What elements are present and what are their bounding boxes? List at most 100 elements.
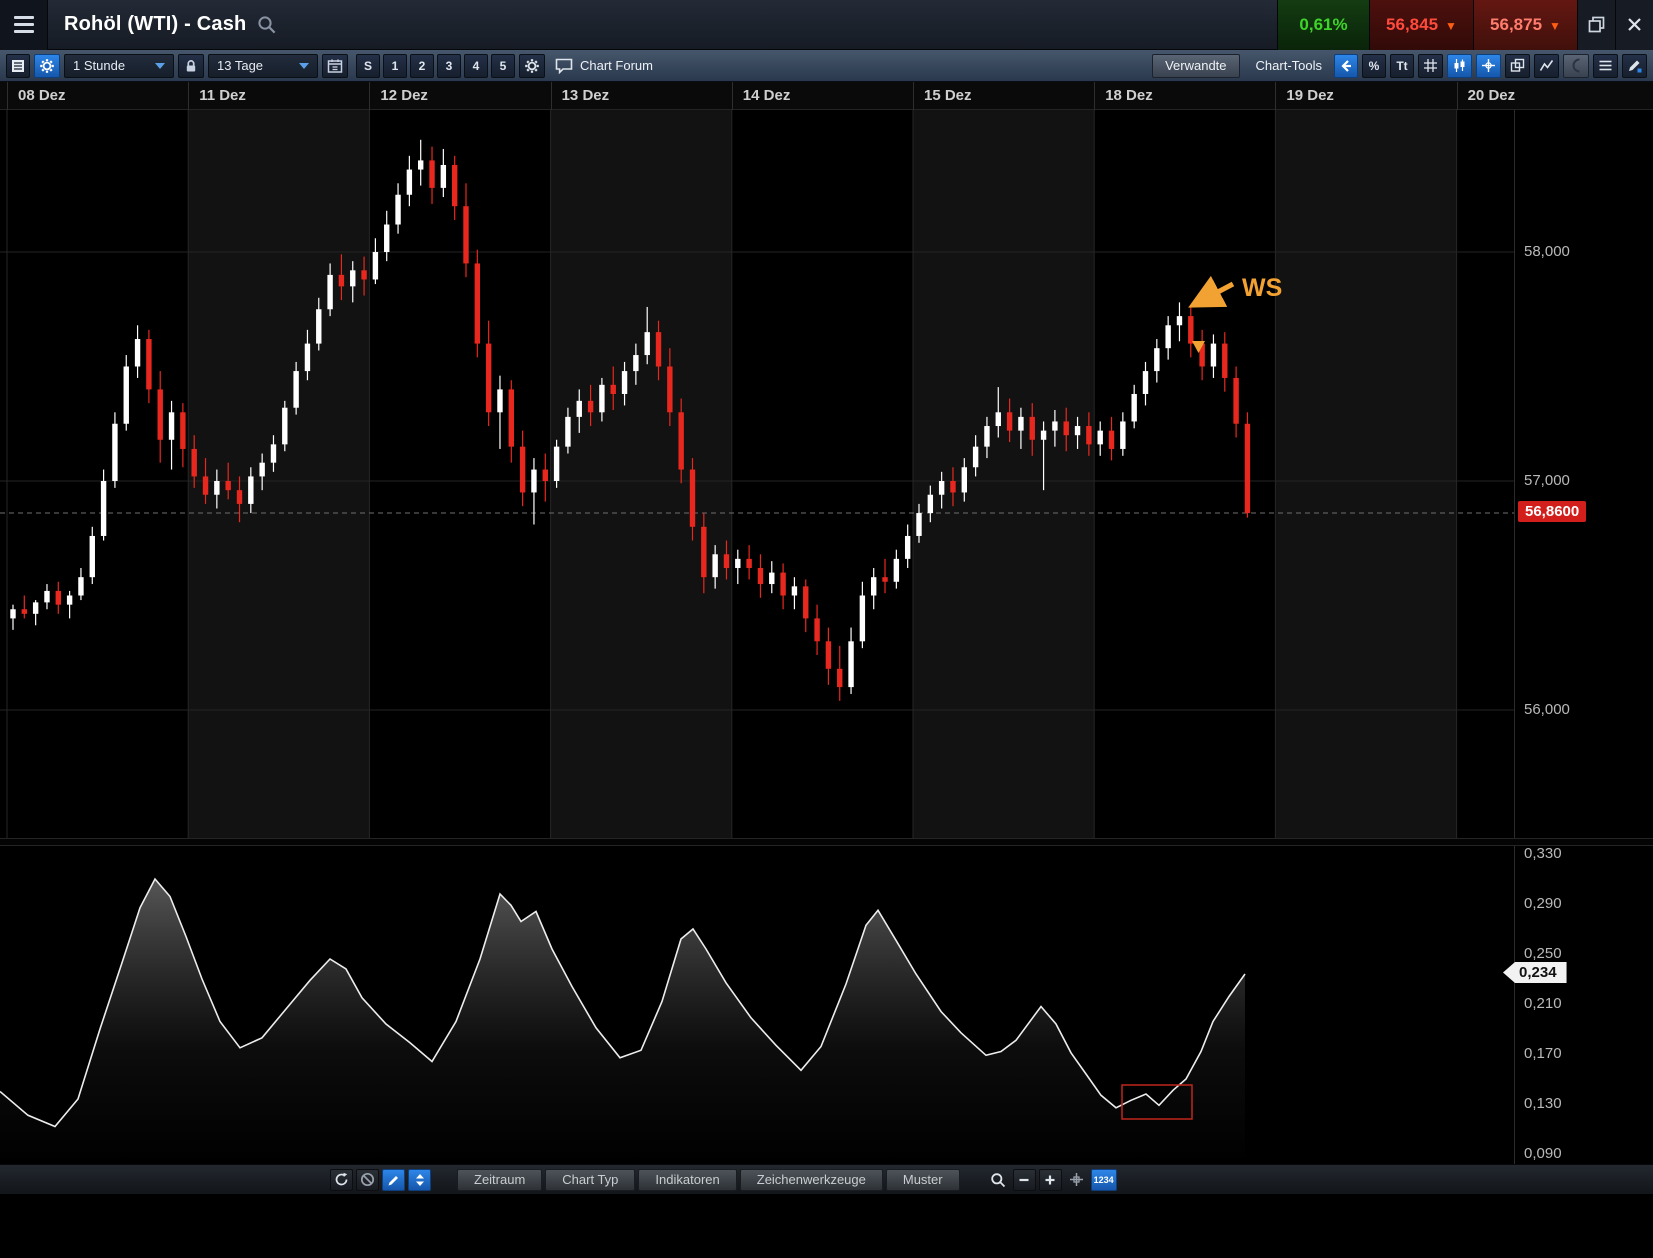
chart-settings-button[interactable] — [34, 54, 60, 78]
date-separator — [551, 82, 552, 110]
change-percent-badge[interactable]: 0,61% — [1277, 0, 1369, 50]
layers-button[interactable] — [1593, 54, 1618, 78]
bottom-button-chart-typ[interactable]: Chart Typ — [545, 1169, 635, 1191]
bottom-button-zeichenwerkzeuge[interactable]: Zeichenwerkzeuge — [740, 1169, 883, 1191]
panel-divider[interactable] — [0, 838, 1653, 846]
interval-value: 1 Stunde — [73, 58, 125, 73]
digits-label: 1234 — [1094, 1175, 1114, 1185]
pan-mode-button[interactable] — [1065, 1169, 1088, 1191]
chart-tools-label: Chart-Tools — [1256, 58, 1322, 73]
collapse-tools-button[interactable] — [1334, 54, 1358, 78]
verwandte-button[interactable]: Verwandte — [1152, 54, 1239, 78]
indicator-area — [0, 879, 1245, 1164]
date-separator — [732, 82, 733, 110]
bottom-button-zeitraum[interactable]: Zeitraum — [457, 1169, 542, 1191]
zoom-button[interactable] — [987, 1169, 1010, 1191]
restore-icon — [1588, 16, 1605, 33]
close-icon — [1627, 17, 1642, 32]
crosshair-icon — [1481, 58, 1496, 73]
period-button-4[interactable]: 4 — [464, 54, 488, 78]
draw-mode-button[interactable] — [382, 1169, 405, 1191]
compare-button[interactable] — [1505, 54, 1530, 78]
bracket-left-icon — [1570, 58, 1582, 73]
bottom-button-indikatoren[interactable]: Indikatoren — [638, 1169, 736, 1191]
price-axis[interactable]: 58,00057,00056,00056,8600 — [1514, 110, 1653, 838]
reorder-panels-button[interactable] — [408, 1169, 431, 1191]
period-button-2[interactable]: 2 — [410, 54, 434, 78]
chart-forum-button[interactable]: Chart Forum — [555, 58, 653, 74]
crosshair-tool-button[interactable] — [1476, 54, 1501, 78]
indicator-tick-label: 0,130 — [1524, 1095, 1562, 1112]
candlestick-type-button[interactable] — [1447, 54, 1472, 78]
interval-dropdown[interactable]: 1 Stunde — [64, 54, 174, 78]
period-button-1[interactable]: 1 — [383, 54, 407, 78]
menu-button[interactable] — [0, 0, 48, 50]
sell-price-button[interactable]: 56,845 ▼ — [1369, 0, 1473, 50]
gear-icon — [524, 58, 540, 74]
bottom-toolbar: ZeitraumChart TypIndikatorenZeichenwerkz… — [0, 1164, 1653, 1194]
date-separator — [913, 82, 914, 110]
buy-price-button[interactable]: 56,875 ▼ — [1473, 0, 1577, 50]
indicator-tick-label: 0,290 — [1524, 895, 1562, 912]
zoom-out-button[interactable] — [1013, 1169, 1036, 1191]
chart-toolbar: 1 Stunde 13 Tage S12345 — [0, 50, 1653, 82]
list-icon — [11, 59, 25, 73]
date-label: 14 Dez — [743, 87, 791, 104]
calendar-button[interactable] — [322, 54, 348, 78]
date-separator — [369, 82, 370, 110]
disable-drawings-button[interactable] — [356, 1169, 379, 1191]
compare-icon — [1510, 58, 1525, 73]
indicator-tool-button[interactable] — [1534, 54, 1559, 78]
date-separator — [188, 82, 189, 110]
reset-chart-button[interactable] — [330, 1169, 353, 1191]
text-tool-button[interactable]: Tt — [1390, 54, 1414, 78]
date-label: 19 Dez — [1286, 87, 1334, 104]
period-button-3[interactable]: 3 — [437, 54, 461, 78]
main-chart-panel: WS 58,00057,00056,00056,8600 — [0, 110, 1653, 838]
panel-collapse-button[interactable] — [1563, 54, 1589, 78]
range-value: 13 Tage — [217, 58, 263, 73]
watchlist-button[interactable] — [6, 54, 30, 78]
no-draw-icon — [360, 1172, 375, 1187]
grid-toggle-button[interactable] — [1418, 54, 1443, 78]
date-axis[interactable]: 08 Dez11 Dez12 Dez13 Dez14 Dez15 Dez18 D… — [0, 82, 1653, 110]
pencil-icon — [1627, 58, 1642, 73]
percent-scale-button[interactable]: % — [1362, 54, 1386, 78]
bottom-menu-buttons: ZeitraumChart TypIndikatorenZeichenwerkz… — [457, 1169, 963, 1191]
titlebar: Rohöl (WTI) - Cash 0,61% 56,845 ▼ 56,875… — [0, 0, 1653, 50]
price-tick-label: 57,000 — [1524, 472, 1570, 489]
period-quick-buttons: S12345 — [356, 54, 515, 78]
indicator-chart[interactable] — [0, 846, 1514, 1164]
draw-settings-button[interactable] — [1622, 54, 1647, 78]
display-settings-button[interactable] — [519, 54, 545, 78]
instrument-title: Rohöl (WTI) - Cash — [64, 13, 246, 36]
chat-bubble-icon — [555, 58, 573, 74]
close-window-button[interactable] — [1615, 0, 1653, 50]
grid-icon — [1423, 58, 1438, 73]
chevron-down-icon — [155, 63, 165, 69]
indicator-tick-label: 0,210 — [1524, 995, 1562, 1012]
date-label: 13 Dez — [562, 87, 610, 104]
indicator-axis[interactable]: 0,3300,2900,2500,2100,1700,1300,0900,234 — [1514, 846, 1653, 1164]
restore-window-button[interactable] — [1577, 0, 1615, 50]
lock-button[interactable] — [178, 54, 204, 78]
date-label: 18 Dez — [1105, 87, 1153, 104]
search-icon[interactable] — [256, 14, 277, 35]
price-tick-label: 56,000 — [1524, 701, 1570, 718]
price-tick-label: 58,000 — [1524, 243, 1570, 260]
bottom-button-muster[interactable]: Muster — [886, 1169, 960, 1191]
price-down-arrow-icon: ▼ — [1549, 19, 1561, 33]
candlestick-chart[interactable]: WS — [0, 110, 1514, 838]
period-button-s[interactable]: S — [356, 54, 380, 78]
minus-icon — [1018, 1174, 1030, 1186]
up-down-arrows-icon — [414, 1173, 426, 1187]
magnifier-icon — [990, 1172, 1006, 1188]
indicator-tick-label: 0,090 — [1524, 1145, 1562, 1162]
back-arrow-icon — [1339, 59, 1353, 73]
zoom-in-button[interactable] — [1039, 1169, 1062, 1191]
indicator-tick-label: 0,170 — [1524, 1045, 1562, 1062]
range-dropdown[interactable]: 13 Tage — [208, 54, 318, 78]
price-ladder-button[interactable]: 1234 — [1091, 1169, 1117, 1191]
period-button-5[interactable]: 5 — [491, 54, 515, 78]
gear-icon — [39, 58, 55, 74]
